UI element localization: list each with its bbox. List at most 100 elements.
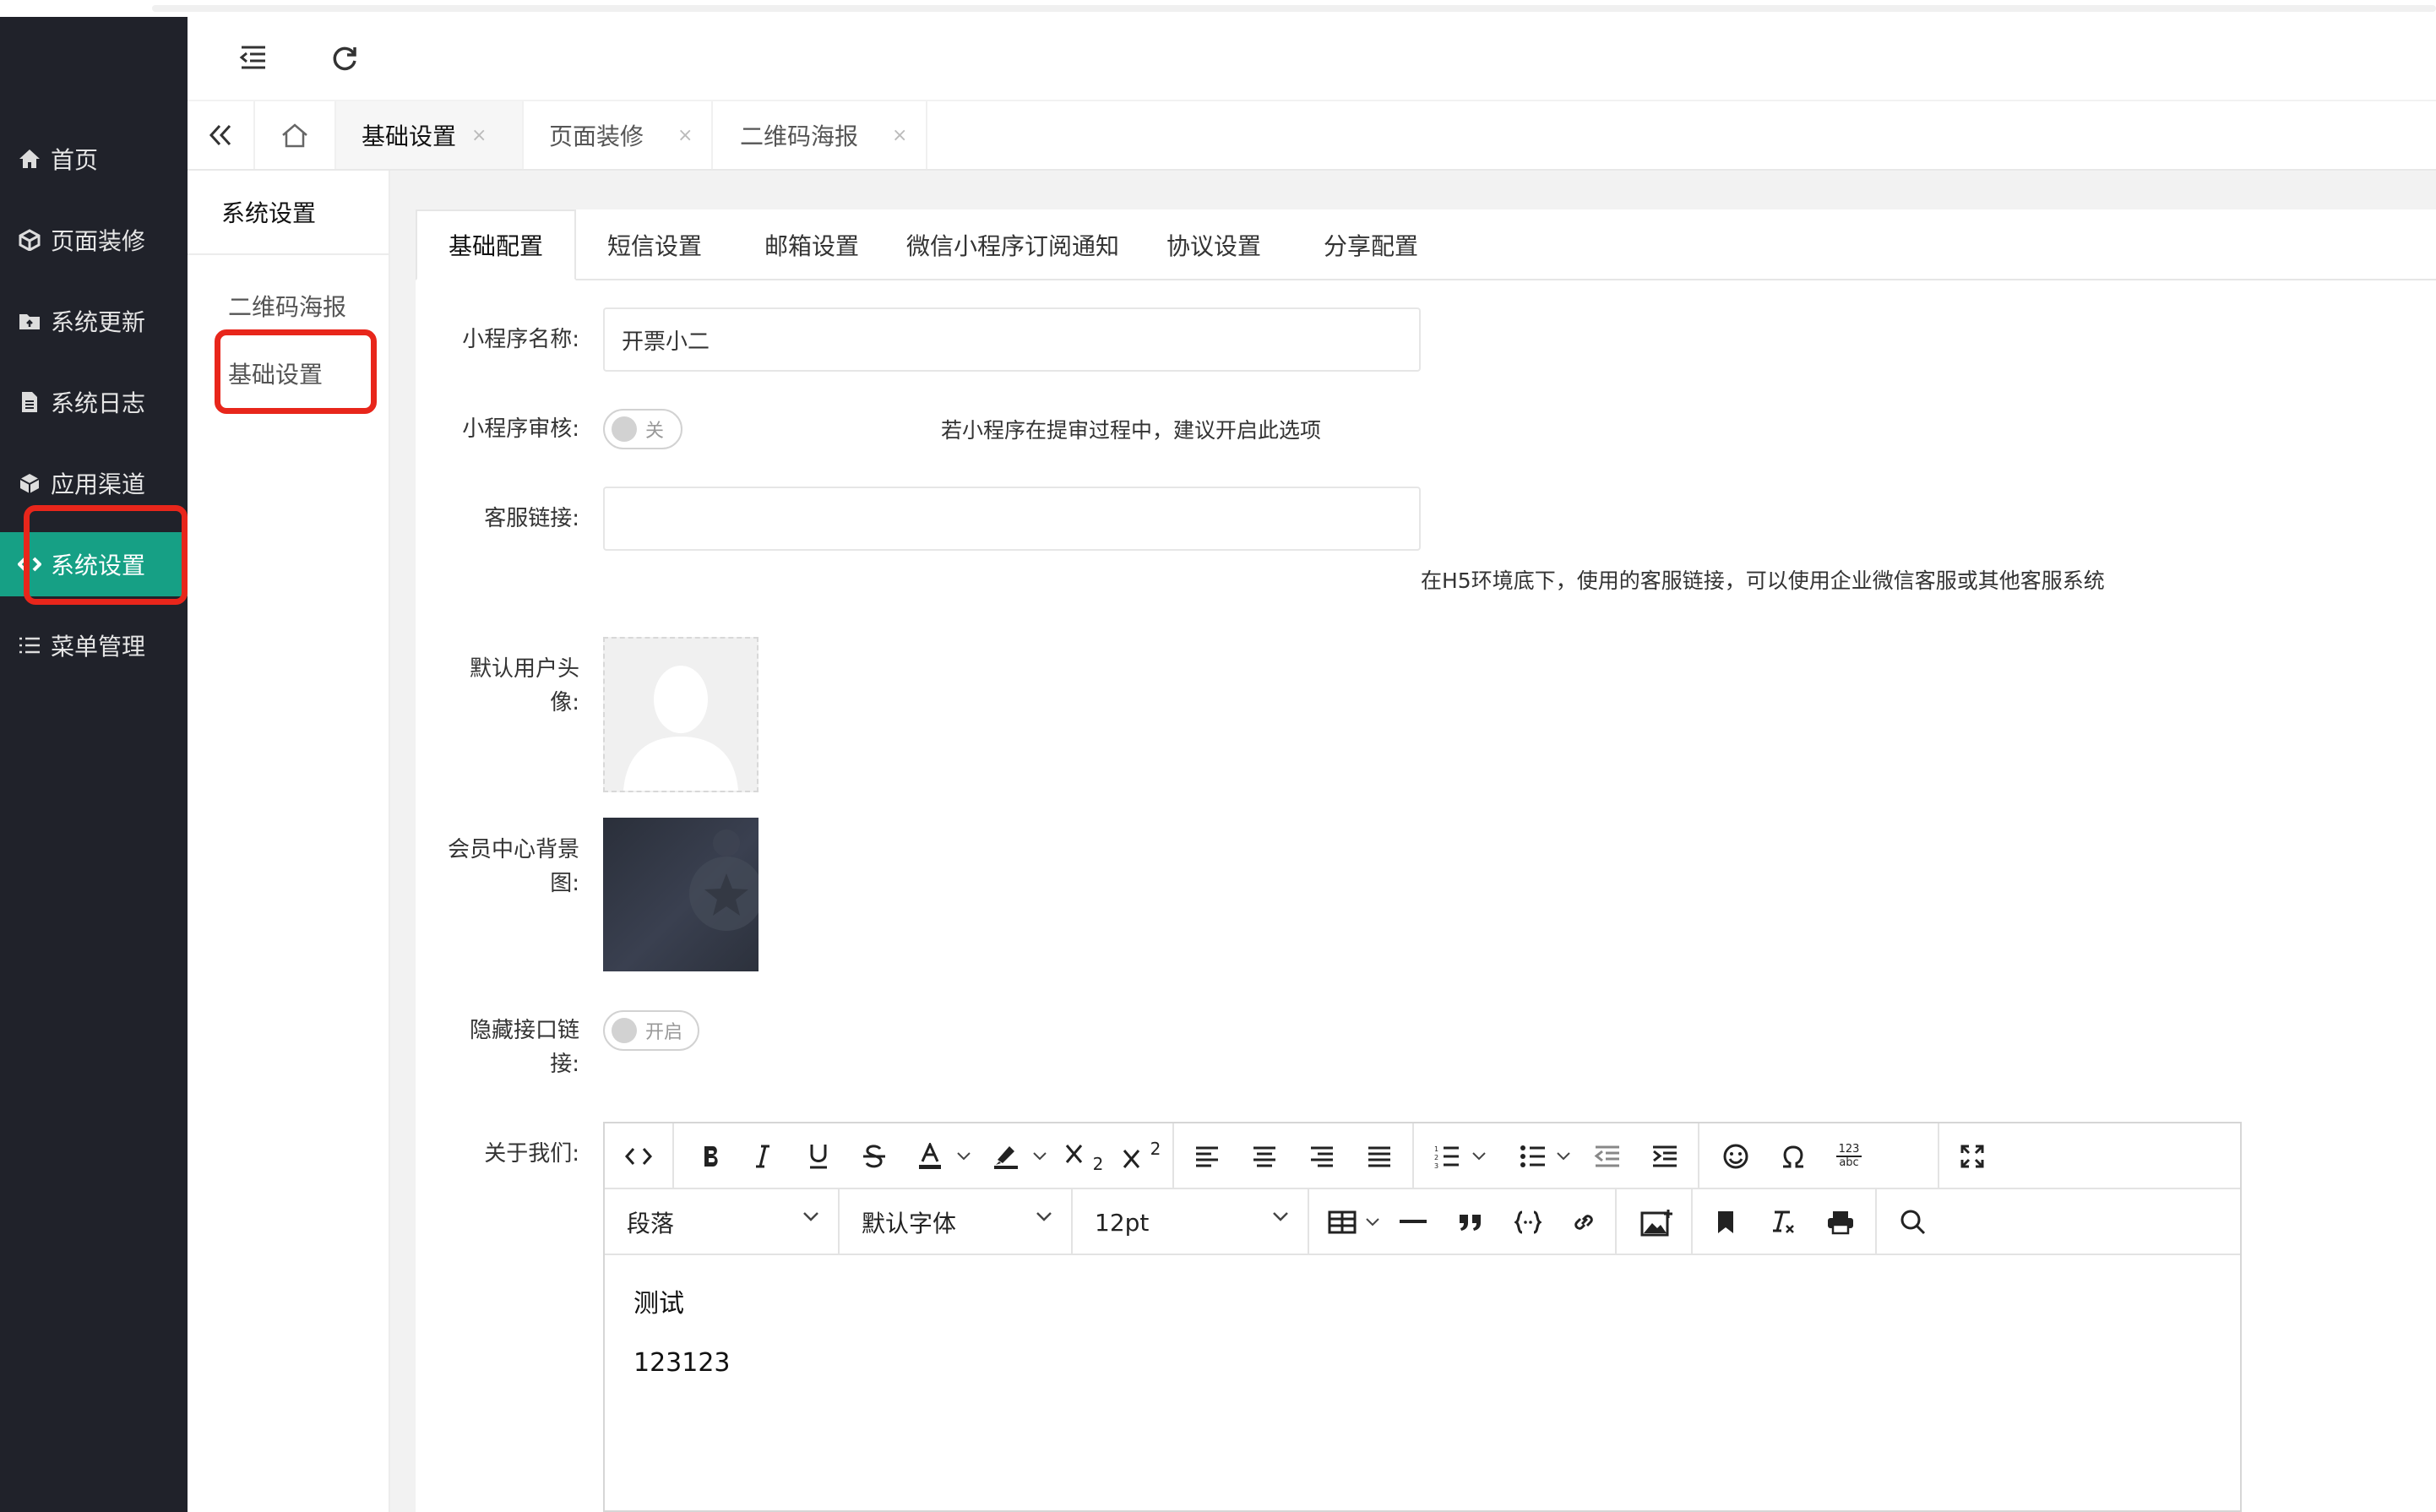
tab-page-decoration[interactable]: 页面装修 × — [524, 101, 713, 169]
tab-qrcode-poster[interactable]: 二维码海报 × — [713, 101, 927, 169]
emoji-icon[interactable] — [1713, 1123, 1759, 1189]
review-toggle[interactable]: 关 — [603, 409, 682, 449]
indent-icon[interactable] — [1642, 1123, 1688, 1189]
tab-sms-settings[interactable]: 短信设置 — [576, 209, 733, 280]
insert-image-icon[interactable] — [1632, 1189, 1683, 1255]
subnav-item-qrcode-poster[interactable]: 二维码海报 — [228, 289, 346, 323]
align-justify-icon[interactable] — [1357, 1123, 1402, 1189]
sidebar-item-page-decoration[interactable]: 页面装修 — [0, 208, 188, 272]
horizontal-rule-icon[interactable] — [1390, 1189, 1436, 1255]
link-icon[interactable] — [1561, 1189, 1607, 1255]
sidebar-item-label: 首页 — [51, 146, 99, 174]
strikethrough-icon[interactable] — [851, 1123, 897, 1189]
svg-text:2: 2 — [1434, 1154, 1438, 1161]
about-us-label: 关于我们: — [484, 1141, 579, 1167]
select-value: 默认字体 — [862, 1210, 957, 1237]
source-code-icon[interactable] — [613, 1123, 664, 1189]
subnav-title: 系统设置 — [188, 171, 389, 255]
toggle-text: 开启 — [645, 1022, 683, 1043]
tab-agreement-settings[interactable]: 协议设置 — [1135, 209, 1292, 280]
default-avatar-image[interactable] — [603, 637, 759, 792]
close-icon[interactable]: × — [471, 125, 487, 146]
tabs-scroll-left-icon[interactable] — [188, 101, 255, 169]
star-badge-icon — [689, 829, 759, 931]
sidebar-item-label: 系统日志 — [51, 389, 146, 417]
app-name-input[interactable]: 开票小二 — [603, 307, 1421, 372]
align-right-icon[interactable] — [1299, 1123, 1345, 1189]
select-value: 段落 — [627, 1210, 675, 1237]
align-left-icon[interactable] — [1184, 1123, 1230, 1189]
table-icon[interactable] — [1319, 1189, 1365, 1255]
word-count-letters: abc — [1839, 1156, 1859, 1169]
tab-label: 二维码海报 — [740, 122, 859, 150]
tab-label: 基础设置 — [362, 122, 457, 150]
special-char-omega-icon[interactable] — [1770, 1123, 1816, 1189]
highlight-color-icon[interactable] — [983, 1123, 1029, 1189]
close-icon[interactable]: × — [892, 125, 907, 146]
member-bg-label-line1: 会员中心背景 — [447, 837, 579, 862]
bold-icon[interactable] — [689, 1123, 735, 1189]
paragraph-format-select[interactable]: 段落 — [605, 1189, 840, 1255]
member-center-background-image[interactable] — [603, 818, 759, 971]
service-link-label: 客服链接: — [484, 506, 579, 531]
cube-icon — [17, 227, 42, 253]
clear-formatting-icon[interactable] — [1760, 1189, 1806, 1255]
sidebar-item-system-update[interactable]: 系统更新 — [0, 289, 188, 353]
chevron-down-icon[interactable] — [1466, 1123, 1492, 1189]
config-tabs: 基础配置 短信设置 邮箱设置 微信小程序订阅通知 协议设置 分享配置 — [416, 209, 2436, 280]
hide-api-toggle[interactable]: 开启 — [603, 1010, 699, 1051]
select-value: 12pt — [1095, 1208, 1150, 1237]
chevron-down-icon[interactable] — [1551, 1123, 1576, 1189]
editor-toolbar-row2: 段落 默认字体 12pt — [605, 1189, 2240, 1255]
chevron-down-icon[interactable] — [951, 1123, 976, 1189]
tab-share-config[interactable]: 分享配置 — [1292, 209, 1449, 280]
editor-content-area[interactable]: 测试 123123 — [605, 1257, 2240, 1510]
tab-basic-config[interactable]: 基础配置 — [416, 209, 576, 280]
sidebar-item-home[interactable]: 首页 — [0, 127, 188, 191]
list-icon — [17, 633, 42, 658]
word-count-digits: 123 — [1838, 1143, 1860, 1156]
code-sample-icon[interactable] — [1505, 1189, 1551, 1255]
collapse-menu-icon[interactable] — [238, 44, 272, 78]
bullet-list-icon[interactable] — [1510, 1123, 1556, 1189]
tab-email-settings[interactable]: 邮箱设置 — [733, 209, 890, 280]
subscript-icon[interactable]: 2 — [1061, 1123, 1107, 1189]
close-icon[interactable]: × — [677, 125, 693, 146]
review-label: 小程序审核: — [462, 416, 579, 442]
document-icon — [17, 389, 42, 415]
home-icon — [17, 146, 42, 171]
print-icon[interactable] — [1818, 1189, 1863, 1255]
folder-icon — [17, 308, 42, 334]
font-family-select[interactable]: 默认字体 — [840, 1189, 1073, 1255]
fullscreen-icon[interactable] — [1949, 1123, 1995, 1189]
superscript-digit: 2 — [1150, 1139, 1161, 1159]
search-icon[interactable] — [1890, 1189, 1936, 1255]
underline-icon[interactable] — [796, 1123, 841, 1189]
annotation-highlight-box — [215, 329, 377, 414]
chevron-down-icon[interactable] — [1360, 1189, 1385, 1255]
service-link-input[interactable] — [603, 487, 1421, 551]
hide-api-label-line1: 隐藏接口链 — [469, 1018, 579, 1043]
sidebar-item-label: 页面装修 — [51, 227, 146, 255]
box-icon — [17, 470, 42, 496]
service-link-hint: 在H5环境底下，使用的客服链接，可以使用企业微信客服或其他客服系统 — [1421, 568, 2105, 593]
outdent-icon[interactable] — [1585, 1123, 1630, 1189]
word-count-icon[interactable]: 123 abc — [1826, 1123, 1872, 1189]
default-avatar-label-line2: 像: — [550, 690, 579, 715]
numbered-list-icon[interactable]: 123 — [1424, 1123, 1470, 1189]
sidebar-item-menu-management[interactable]: 菜单管理 — [0, 613, 188, 677]
tab-basic-settings[interactable]: 基础设置 × — [336, 101, 524, 169]
blockquote-icon[interactable] — [1448, 1189, 1493, 1255]
bookmark-icon[interactable] — [1703, 1189, 1748, 1255]
home-tab-icon[interactable] — [255, 101, 336, 169]
align-center-icon[interactable] — [1242, 1123, 1287, 1189]
font-size-select[interactable]: 12pt — [1073, 1189, 1309, 1255]
toggle-text: 关 — [645, 421, 665, 442]
superscript-icon[interactable]: 2 — [1118, 1123, 1164, 1189]
sidebar-item-system-log[interactable]: 系统日志 — [0, 370, 188, 434]
tab-wechat-subscribe-notify[interactable]: 微信小程序订阅通知 — [890, 209, 1135, 280]
text-color-icon[interactable] — [907, 1123, 953, 1189]
chevron-down-icon[interactable] — [1027, 1123, 1052, 1189]
italic-icon[interactable] — [740, 1123, 786, 1189]
refresh-icon[interactable] — [331, 44, 365, 78]
